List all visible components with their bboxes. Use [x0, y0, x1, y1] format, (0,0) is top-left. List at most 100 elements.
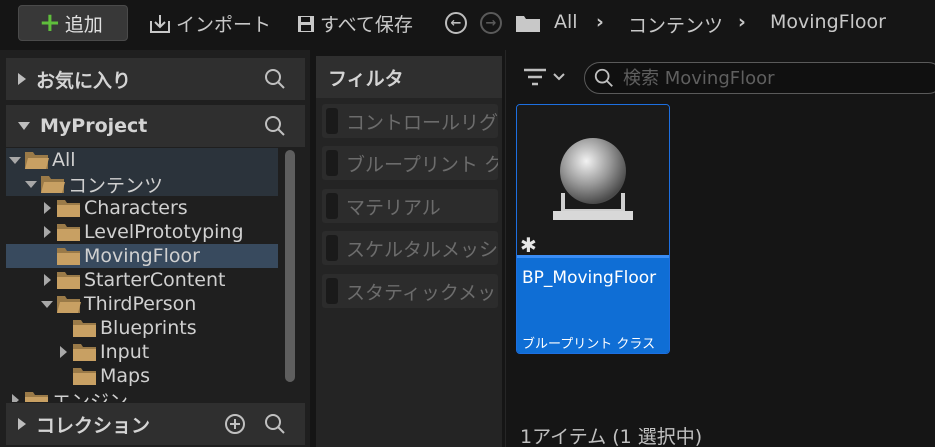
- add-button-label: 追加: [64, 13, 103, 36]
- filter-dropdown-icon[interactable]: [522, 66, 568, 88]
- folder-icon: [57, 224, 80, 241]
- filter-checkbox[interactable]: [326, 235, 338, 261]
- collapse-arrow-icon: [18, 122, 30, 130]
- filter-checkbox[interactable]: [326, 108, 338, 134]
- save-icon: [298, 15, 314, 32]
- tree-item-label: ThirdPerson: [84, 293, 197, 315]
- tree-item-label: Input: [100, 341, 150, 363]
- blueprint-sphere-icon: [553, 138, 633, 220]
- tree-item[interactable]: エンジン: [6, 388, 278, 402]
- search-icon: [594, 68, 613, 87]
- tree-item[interactable]: MovingFloor: [6, 244, 278, 268]
- filter-checkbox[interactable]: [326, 150, 338, 176]
- import-button[interactable]: インポート: [148, 10, 271, 37]
- folder-icon: [73, 344, 96, 361]
- save-all-label: すべて保存: [320, 14, 413, 36]
- chevron-right-icon: ›: [738, 11, 746, 33]
- import-icon: [150, 14, 170, 33]
- tree-item[interactable]: Input: [6, 340, 278, 364]
- filter-item-label: マテリアル: [346, 196, 441, 219]
- collections-title: コレクション: [36, 414, 151, 437]
- save-all-button[interactable]: すべて保存: [296, 10, 413, 37]
- asset-search-box[interactable]: [584, 62, 935, 94]
- collapse-arrow-icon[interactable]: [25, 180, 37, 188]
- project-header[interactable]: MyProject: [6, 105, 305, 147]
- tree-item-label: StarterContent: [84, 269, 226, 291]
- search-icon[interactable]: [263, 412, 287, 436]
- filter-checkbox[interactable]: [326, 193, 338, 219]
- tree-item-label: Characters: [84, 197, 188, 219]
- filter-checkbox[interactable]: [326, 278, 338, 304]
- arrow-right-icon: →: [485, 15, 497, 31]
- tree-item-label: コンテンツ: [68, 174, 164, 197]
- asset-tile[interactable]: ✱ BP_MovingFloor ブループリント クラス: [516, 104, 670, 354]
- search-icon[interactable]: [263, 67, 287, 91]
- tree-item[interactable]: Maps: [6, 364, 278, 388]
- asset-view: ✱ BP_MovingFloor ブループリント クラス 1アイテム (1 選択…: [505, 50, 935, 447]
- favorites-title: お気に入り: [36, 69, 132, 92]
- filter-item-static-mesh[interactable]: スタティックメッシュ: [322, 274, 498, 308]
- tree-item[interactable]: LevelPrototyping: [6, 220, 278, 244]
- tree-item-label: Blueprints: [100, 317, 197, 339]
- tree-scrollbar[interactable]: [285, 150, 295, 382]
- toolbar: + 追加 インポート すべて保存 ← → All › コンテンツ › Movin…: [0, 0, 935, 46]
- tree-item[interactable]: StarterContent: [6, 268, 278, 292]
- tree-item[interactable]: ThirdPerson: [6, 292, 278, 316]
- tree-item[interactable]: All: [6, 148, 278, 172]
- forward-button[interactable]: →: [480, 12, 502, 34]
- breadcrumb-movingfloor[interactable]: MovingFloor: [770, 11, 886, 33]
- add-collection-icon[interactable]: [223, 412, 247, 436]
- asset-type: ブループリント クラス: [522, 337, 656, 352]
- expand-arrow-icon[interactable]: [58, 346, 68, 358]
- filter-item-label: ブループリント クラス: [346, 153, 498, 176]
- sources-panel: お気に入り MyProject All コンテンツ Characters LevelP…: [0, 50, 310, 447]
- plus-icon: +: [39, 8, 61, 38]
- back-button[interactable]: ←: [445, 12, 467, 34]
- tree-item-label: All: [52, 149, 76, 171]
- folder-icon: [57, 200, 80, 217]
- filter-item-label: スケルタルメッシュ: [346, 238, 498, 261]
- arrow-left-icon: ←: [450, 15, 462, 31]
- expand-arrow-icon[interactable]: [10, 394, 20, 402]
- tree-item-label: MovingFloor: [84, 245, 200, 267]
- add-button[interactable]: + 追加: [18, 5, 128, 41]
- tree-item[interactable]: Characters: [6, 196, 278, 220]
- expand-arrow-icon[interactable]: [42, 202, 52, 214]
- folder-icon: [516, 16, 540, 32]
- search-icon[interactable]: [263, 114, 287, 138]
- folder-open-icon: [57, 296, 81, 313]
- collapse-arrow-icon[interactable]: [41, 300, 53, 308]
- folder-tree: All コンテンツ Characters LevelPrototyping Moving…: [6, 148, 284, 402]
- breadcrumb-all[interactable]: All: [554, 11, 578, 33]
- folder-open-icon: [25, 152, 49, 169]
- search-input[interactable]: [623, 67, 935, 89]
- filter-item-label: スタティックメッシュ: [346, 281, 498, 304]
- asset-info: BP_MovingFloor ブループリント クラス: [517, 258, 669, 353]
- filter-title: フィルタ: [316, 56, 502, 98]
- breadcrumb-contents[interactable]: コンテンツ: [628, 11, 723, 38]
- tree-item-label: エンジン: [52, 390, 129, 403]
- folder-icon: [25, 392, 48, 402]
- filter-item-blueprint-class[interactable]: ブループリント クラス: [322, 146, 498, 180]
- expand-arrow-icon[interactable]: [42, 274, 52, 286]
- collections-header[interactable]: コレクション: [6, 403, 305, 445]
- tree-item-label: Maps: [100, 365, 150, 387]
- import-label: インポート: [176, 14, 272, 36]
- filter-item-control-rig[interactable]: コントロールリグ: [322, 104, 498, 138]
- folder-open-icon: [41, 176, 65, 193]
- tree-item[interactable]: Blueprints: [6, 316, 278, 340]
- filter-item-material[interactable]: マテリアル: [322, 189, 498, 223]
- filter-item-label: コントロールリグ: [346, 111, 498, 134]
- favorites-header[interactable]: お気に入り: [6, 58, 305, 100]
- filter-panel: フィルタ コントロールリグ ブループリント クラス マテリアル スケルタルメッシ…: [316, 56, 502, 447]
- collapse-arrow-icon[interactable]: [9, 156, 21, 164]
- chevron-right-icon: ›: [596, 11, 604, 33]
- tree-item[interactable]: コンテンツ: [6, 172, 278, 197]
- tree-item-label: LevelPrototyping: [84, 221, 244, 243]
- expand-arrow-icon: [18, 418, 26, 430]
- expand-arrow-icon[interactable]: [42, 226, 52, 238]
- filter-item-skeletal-mesh[interactable]: スケルタルメッシュ: [322, 231, 498, 265]
- expand-arrow-icon: [18, 73, 26, 85]
- new-asset-star-icon: ✱: [520, 233, 537, 257]
- status-text: 1アイテム (1 選択中): [520, 426, 703, 447]
